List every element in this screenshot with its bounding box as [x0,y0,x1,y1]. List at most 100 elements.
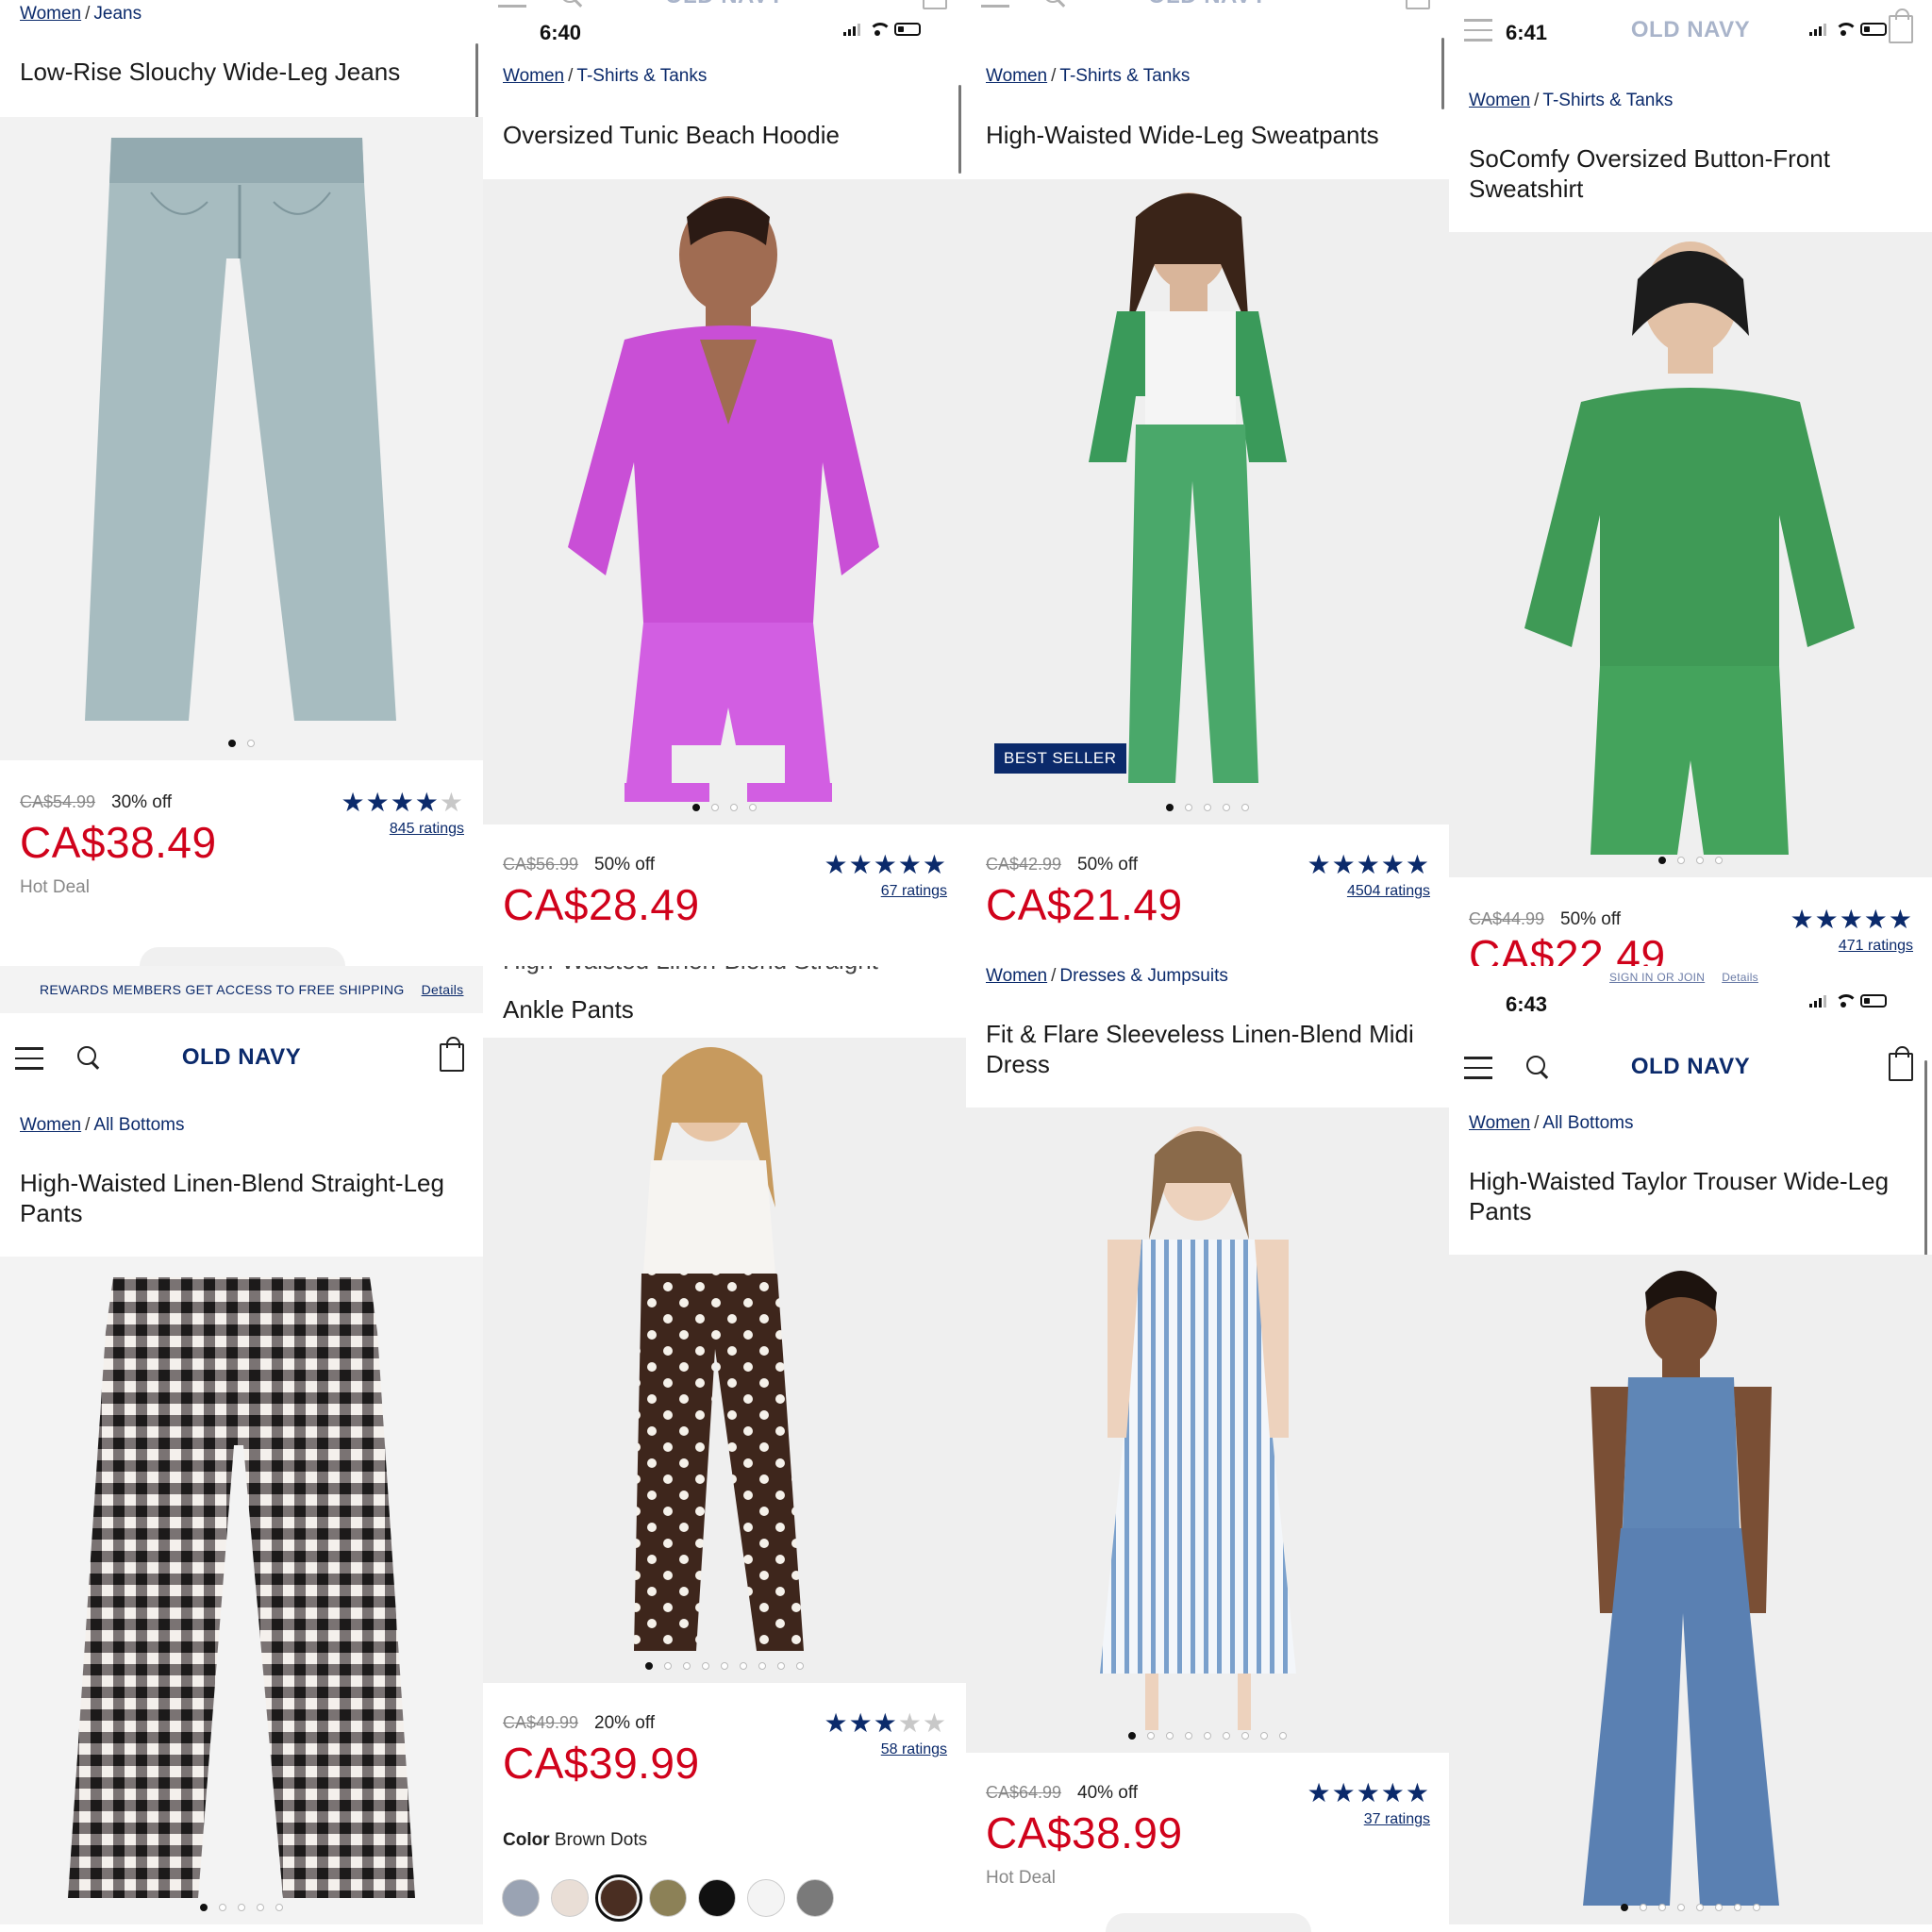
screenshot-collage: Women / Jeans Low-Rise Slouchy Wide-Leg Je… [0,0,1932,1932]
product-title: Low-Rise Slouchy Wide-Leg Jeans [20,58,401,86]
product-image[interactable] [1449,232,1932,877]
menu-icon[interactable] [981,0,1009,8]
menu-icon[interactable] [1464,1057,1492,1079]
sweatshirt-model-image [1524,242,1855,855]
search-icon[interactable] [1043,0,1066,7]
search-icon[interactable] [1526,1056,1549,1078]
color-swatch-selected[interactable] [595,1874,642,1922]
color-swatches[interactable] [502,1874,834,1922]
breadcrumb: Women / Jeans [20,4,142,24]
product-panel-sweatpants: OLD NAVY Women/T-Shirts & Tanks High-Wai… [966,0,1449,966]
search-icon[interactable] [77,1046,100,1069]
image-carousel-dots[interactable] [966,804,1449,811]
brand-logo[interactable]: OLD NAVY [1631,1054,1750,1080]
image-carousel-dots[interactable] [0,740,483,747]
breadcrumb-women-link[interactable]: Women [1469,91,1530,110]
breadcrumb-category-link[interactable]: T-Shirts & Tanks [1059,66,1190,86]
sign-in-link[interactable]: SIGN IN OR JOIN [1609,971,1705,984]
color-swatch[interactable] [502,1879,540,1917]
original-price: CA$42.99 [986,855,1062,874]
product-image[interactable] [483,1038,966,1683]
battery-icon [1860,994,1887,1008]
product-image[interactable] [0,117,483,760]
shopping-bag-icon[interactable] [1889,8,1913,43]
gingham-pants-image [68,1277,415,1898]
status-time: 6:43 [1506,992,1548,1016]
breadcrumb-category-link[interactable]: T-Shirts & Tanks [576,66,707,86]
shopping-bag-icon[interactable] [1406,0,1430,9]
ratings-link[interactable]: 471 ratings [1839,938,1913,955]
breadcrumb-category-link[interactable]: Dresses & Jumpsuits [1059,966,1227,986]
ratings-link[interactable]: 67 ratings [881,883,947,900]
breadcrumb: Women / Dresses & Jumpsuits [986,966,1228,986]
scrollbar[interactable] [958,85,961,174]
cta-button[interactable] [140,947,345,966]
ratings-link[interactable]: 845 ratings [390,821,464,838]
signal-icon [1809,994,1826,1008]
image-carousel-dots[interactable] [966,1732,1449,1740]
promo-details-link[interactable]: Details [422,982,464,997]
menu-icon[interactable] [1464,19,1492,42]
search-icon[interactable] [560,0,583,7]
breadcrumb: Women / T-Shirts & Tanks [986,66,1191,86]
original-price: CA$64.99 [986,1783,1062,1802]
promo-banner[interactable]: REWARDS MEMBERS GET ACCESS TO FREE SHIPP… [0,966,483,1013]
image-carousel-dots[interactable] [483,1662,966,1670]
color-swatch[interactable] [747,1879,785,1917]
menu-icon[interactable] [15,1047,43,1070]
image-carousel-dots[interactable] [0,1904,483,1911]
star-rating: ★★★★★ [824,849,947,880]
brand-logo[interactable]: OLD NAVY [665,0,784,9]
breadcrumb-women-link[interactable]: Women [503,66,564,86]
scrollbar[interactable] [475,43,478,125]
shopping-bag-icon[interactable] [923,0,947,9]
brand-logo[interactable]: OLD NAVY [182,1044,301,1071]
header: OLD NAVY [0,1013,483,1102]
shopping-bag-icon[interactable] [440,1037,464,1072]
original-price: CA$56.99 [503,855,579,874]
promo-details-link[interactable]: Details [1722,971,1758,984]
striped-dress-image [1100,1126,1296,1730]
ratings-link[interactable]: 4504 ratings [1347,883,1430,900]
menu-icon[interactable] [498,0,526,8]
product-image[interactable] [0,1257,483,1924]
brand-logo[interactable]: OLD NAVY [1148,0,1267,9]
breadcrumb-category-link[interactable]: T-Shirts & Tanks [1542,91,1673,110]
breadcrumb-women-link[interactable]: Women [20,1115,81,1135]
color-swatch[interactable] [698,1879,736,1917]
selected-color: Brown Dots [554,1830,648,1850]
breadcrumb-category-link[interactable]: All Bottoms [1542,1113,1633,1133]
header: OLD NAVY [966,0,1449,26]
image-carousel-dots[interactable] [483,804,966,811]
image-carousel-dots[interactable] [1449,1904,1932,1911]
product-image[interactable] [483,179,966,824]
product-panel-sweatshirt: 6:41 OLD NAVY Women / T-Shirts & Tanks SoC… [1449,0,1932,966]
header: OLD NAVY [483,0,966,26]
discount-label: 20% off [594,1713,656,1733]
product-title: Oversized Tunic Beach Hoodie [503,121,840,149]
ratings-link[interactable]: 58 ratings [881,1741,947,1758]
price-block: CA$56.99 50% off CA$28.49 ★★★★★ 67 ratin… [483,849,966,966]
product-image[interactable] [1449,1255,1932,1924]
color-swatch[interactable] [649,1879,687,1917]
ratings-link[interactable]: 37 ratings [1364,1811,1430,1828]
cta-button[interactable] [1106,1913,1311,1932]
scrollbar[interactable] [1441,38,1444,109]
color-swatch[interactable] [796,1879,834,1917]
breadcrumb-category-link[interactable]: All Bottoms [93,1115,184,1135]
image-carousel-dots[interactable] [1449,857,1932,864]
breadcrumb-category-link[interactable]: Jeans [93,4,142,24]
breadcrumb: Women / T-Shirts & Tanks [503,66,708,86]
product-image[interactable]: BEST SELLER [966,179,1449,824]
breadcrumb-women-link[interactable]: Women [986,966,1047,986]
promo-text: REWARDS MEMBERS GET ACCESS TO FREE SHIPP… [40,982,405,997]
shopping-bag-icon[interactable] [1889,1046,1913,1081]
breadcrumb-women-link[interactable]: Women [986,66,1047,86]
breadcrumb-women-link[interactable]: Women [20,4,81,24]
wifi-icon [1834,994,1857,1008]
breadcrumb-women-link[interactable]: Women [1469,1113,1530,1133]
denim-trousers-image [1583,1271,1779,1906]
color-swatch[interactable] [551,1879,589,1917]
brand-logo[interactable]: OLD NAVY [1631,17,1750,43]
product-image[interactable] [966,1108,1449,1753]
